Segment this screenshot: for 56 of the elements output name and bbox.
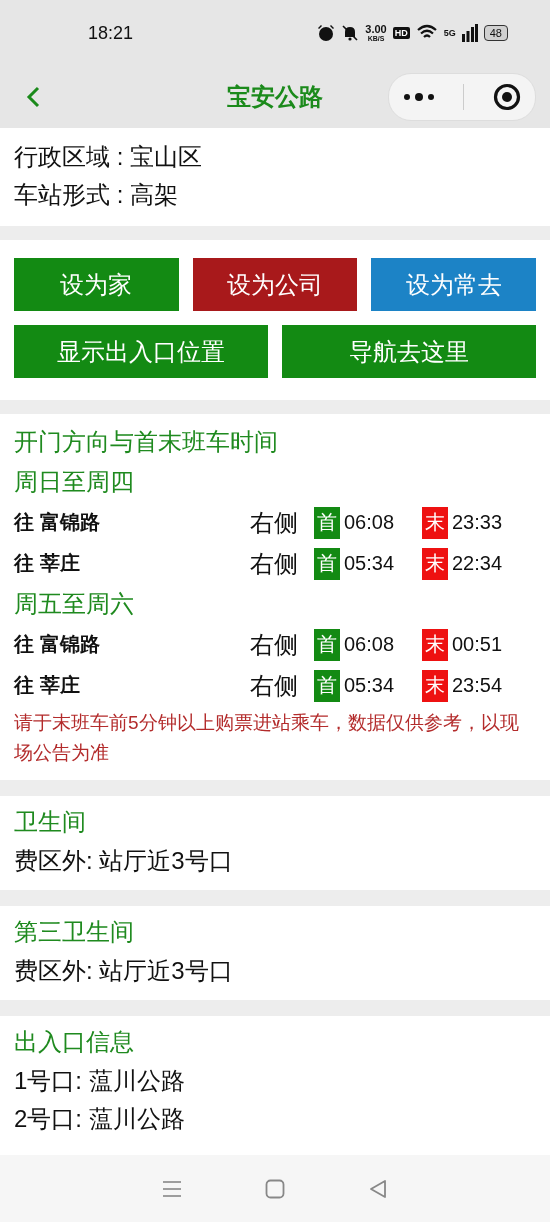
last-train-time: 23:33: [452, 511, 503, 534]
station-info: 车站形式 : 高架: [14, 180, 179, 210]
direction: 往 莘庄: [14, 673, 81, 698]
day-range: 周日至周四: [14, 467, 135, 497]
last-train-time: 22:34: [452, 552, 503, 575]
door-side: 右侧: [250, 629, 299, 660]
last-train-badge: 末: [422, 506, 448, 539]
alarm-icon: [317, 24, 336, 42]
door-side: 右侧: [250, 548, 299, 579]
section-title: 第三卫生间: [14, 917, 135, 947]
first-train-time: 05:34: [344, 674, 395, 697]
action-button[interactable]: 设为家: [14, 258, 179, 311]
station-info: 行政区域 : 宝山区: [14, 142, 203, 172]
door-side: 右侧: [250, 670, 299, 701]
action-button[interactable]: 设为常去: [371, 258, 536, 311]
first-train-badge: 首: [314, 628, 340, 661]
last-train-time: 00:51: [452, 633, 503, 656]
last-train-badge: 末: [422, 547, 448, 580]
last-train-time: 23:54: [452, 674, 503, 697]
home-icon[interactable]: [265, 1178, 285, 1199]
status-time: 18:21: [88, 22, 134, 44]
section-title: 出入口信息: [14, 1027, 135, 1057]
first-train-time: 06:08: [344, 511, 395, 534]
first-train-time: 05:34: [344, 552, 395, 575]
first-train-badge: 首: [314, 547, 340, 580]
back-triangle-icon[interactable]: [368, 1178, 389, 1199]
exit-info: 1号口: 蕰川公路: [14, 1066, 186, 1096]
door-side: 右侧: [250, 507, 299, 538]
direction: 往 富锦路: [14, 510, 101, 535]
battery-level: 48: [483, 25, 508, 41]
menu-icon[interactable]: [161, 1179, 182, 1198]
first-train-badge: 首: [314, 669, 340, 702]
bell-off-icon: [341, 24, 360, 42]
day-range: 周五至周六: [14, 589, 135, 619]
hd-badge: HD: [392, 27, 410, 39]
network-type: 5G: [443, 28, 456, 38]
notice-text: 请于末班车前5分钟以上购票进站乘车，数据仅供参考，以现场公告为准: [14, 711, 520, 765]
more-icon[interactable]: [403, 92, 436, 102]
section-title: 开门方向与首末班车时间: [14, 427, 279, 457]
exit-info: 2号口: 蕰川公路: [14, 1104, 186, 1134]
last-train-badge: 末: [422, 628, 448, 661]
facility-location: 费区外: 站厅近3号口: [14, 956, 234, 986]
last-train-badge: 末: [422, 669, 448, 702]
action-button[interactable]: 显示出入口位置: [14, 325, 268, 378]
direction: 往 富锦路: [14, 632, 101, 657]
first-train-time: 06:08: [344, 633, 395, 656]
facility-location: 费区外: 站厅近3号口: [14, 846, 234, 876]
signal-icon: [461, 24, 478, 42]
action-button[interactable]: 设为公司: [192, 258, 358, 311]
section-title: 卫生间: [14, 807, 87, 837]
network-speed: 3.00: [365, 24, 387, 35]
first-train-badge: 首: [314, 506, 340, 539]
page-title: 宝安公路: [227, 82, 323, 112]
back-icon[interactable]: [26, 86, 40, 108]
direction: 往 莘庄: [14, 551, 81, 576]
action-button[interactable]: 导航去这里: [282, 325, 536, 378]
